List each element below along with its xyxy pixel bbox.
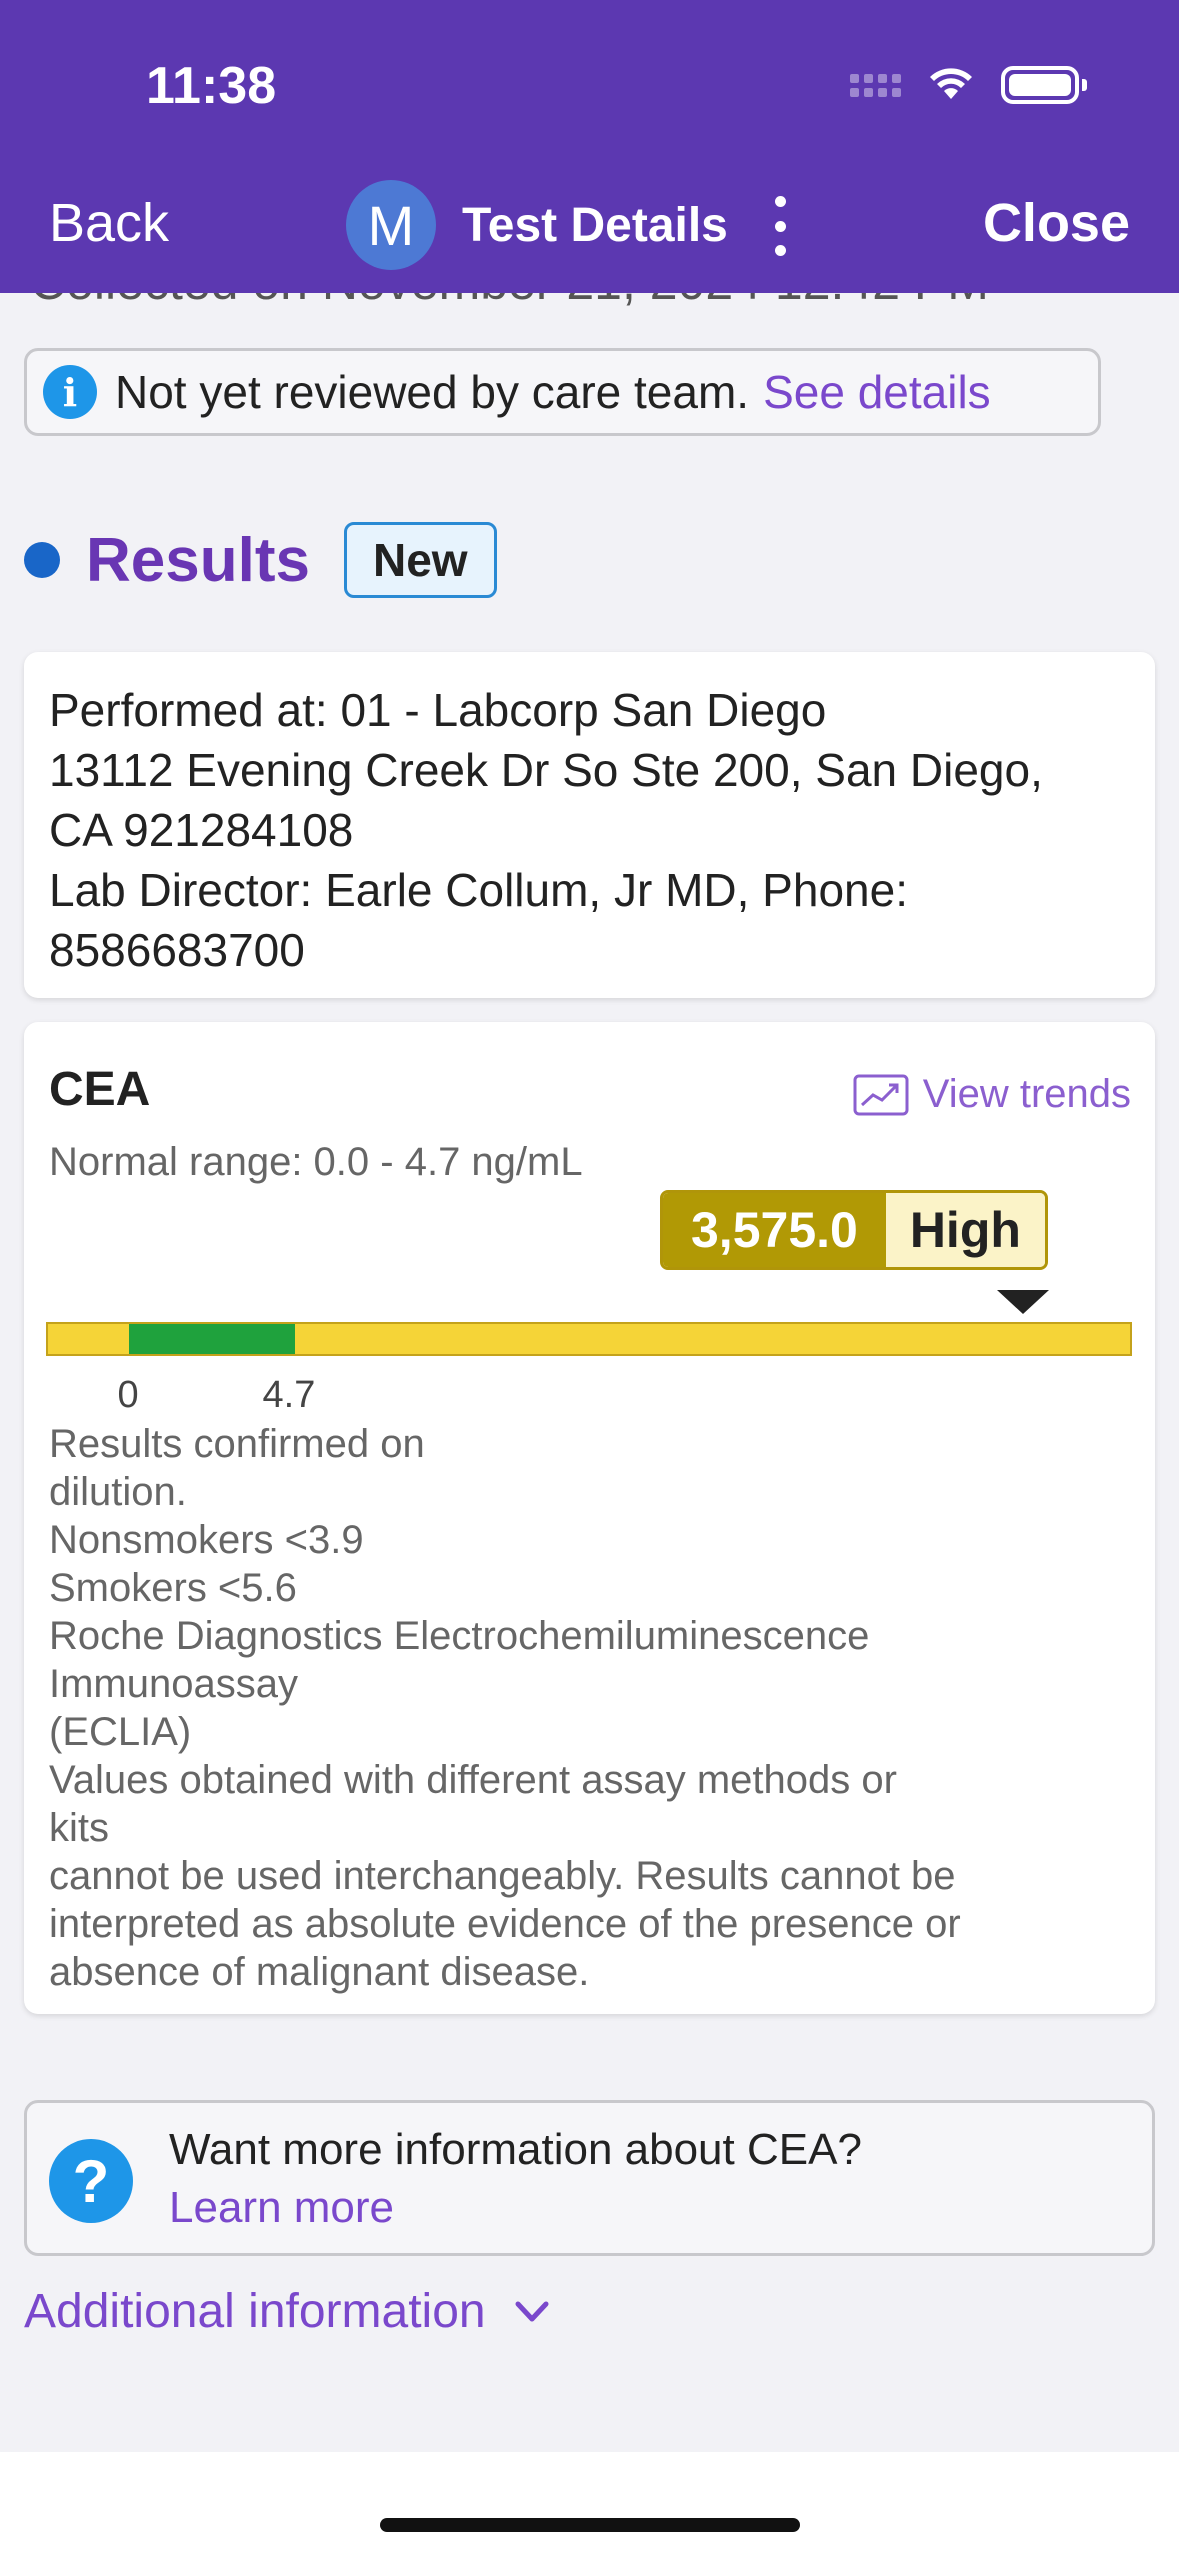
chevron-down-icon — [515, 2301, 549, 2321]
home-indicator[interactable] — [380, 2518, 800, 2532]
new-badge: New — [343, 522, 497, 598]
value-marker-icon — [997, 1290, 1050, 1314]
lab-info-line: CA 921284108 — [49, 804, 354, 856]
back-button[interactable]: Back — [49, 192, 169, 254]
note-line: Results confirmed on — [49, 1422, 425, 1466]
more-info-box: ? Want more information about CEA? Learn… — [24, 2100, 1155, 2256]
wifi-icon — [930, 68, 972, 99]
note-line: (ECLIA) — [49, 1710, 192, 1754]
additional-info-label: Additional information — [24, 2285, 486, 2338]
results-title: Results — [86, 525, 310, 595]
more-options-icon[interactable] — [770, 196, 790, 256]
result-notes: Results confirmed on dilution. Nonsmoker… — [49, 1420, 1139, 1996]
review-notice-text: Not yet reviewed by care team. — [115, 366, 750, 418]
note-line: Values obtained with different assay met… — [49, 1758, 897, 1802]
page-title[interactable]: Test Details — [462, 198, 728, 253]
test-result-card: CEA View trends Normal range: 0.0 - 4.7 … — [24, 1022, 1155, 2014]
trend-chart-icon — [853, 1074, 909, 1115]
collected-date-text: Collected on November 21, 2024 12:42 PM — [30, 293, 989, 311]
unread-dot-icon — [24, 542, 60, 578]
view-trends-link[interactable]: View trends — [853, 1072, 1131, 1117]
status-icons — [850, 66, 1087, 104]
nav-header: 11:38 Back M Test Details Close — [0, 0, 1179, 293]
collected-date-partial: Collected on November 21, 2024 12:42 PM — [0, 293, 1179, 337]
range-high-label: 4.7 — [262, 1374, 316, 1416]
status-time: 11:38 — [146, 57, 277, 115]
battery-icon — [1001, 66, 1087, 104]
note-line: interpreted as absolute evidence of the … — [49, 1902, 961, 1946]
more-info-question: Want more information about CEA? — [169, 2125, 862, 2174]
note-line: dilution. — [49, 1470, 187, 1514]
note-line: Immunoassay — [49, 1662, 298, 1706]
result-flag: High — [885, 1193, 1045, 1267]
see-details-link[interactable]: See details — [763, 365, 991, 419]
avatar[interactable]: M — [346, 180, 436, 270]
info-icon: i — [43, 365, 97, 419]
question-icon: ? — [49, 2139, 133, 2223]
range-low-label: 0 — [117, 1374, 139, 1416]
lab-info-line: 8586683700 — [49, 924, 305, 976]
test-name: CEA — [49, 1063, 151, 1116]
view-trends-label: View trends — [922, 1072, 1131, 1116]
results-header: Results New — [24, 520, 497, 600]
range-bar — [46, 1322, 1132, 1356]
home-indicator-area — [0, 2452, 1179, 2556]
note-line: Roche Diagnostics Electrochemiluminescen… — [49, 1614, 870, 1658]
learn-more-link[interactable]: Learn more — [169, 2183, 394, 2233]
note-line: Smokers <5.6 — [49, 1566, 297, 1610]
lab-info-line: 13112 Evening Creek Dr So Ste 200, San D… — [49, 744, 1043, 796]
normal-range-band — [129, 1324, 295, 1354]
lab-info-line: Lab Director: Earle Collum, Jr MD, Phone… — [49, 864, 908, 916]
lab-info-card: Performed at: 01 - Labcorp San Diego 131… — [24, 652, 1155, 998]
result-value: 3,575.0 — [663, 1193, 886, 1267]
note-line: cannot be used interchangeably. Results … — [49, 1854, 956, 1898]
close-button[interactable]: Close — [983, 192, 1130, 254]
review-notice: i Not yet reviewed by care team. See det… — [24, 348, 1101, 436]
cellular-signal-icon — [850, 73, 901, 97]
result-value-badge: 3,575.0 High — [660, 1190, 1048, 1270]
additional-info-toggle[interactable]: Additional information — [24, 2284, 552, 2339]
note-line: kits — [49, 1806, 109, 1850]
lab-info-line: Performed at: 01 - Labcorp San Diego — [49, 684, 827, 736]
normal-range: Normal range: 0.0 - 4.7 ng/mL — [49, 1140, 583, 1184]
note-line: absence of malignant disease. — [49, 1950, 590, 1994]
note-line: Nonsmokers <3.9 — [49, 1518, 364, 1562]
